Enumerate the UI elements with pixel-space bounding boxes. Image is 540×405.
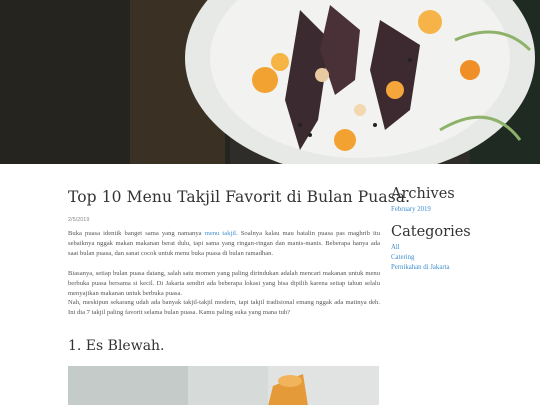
category-link-pernikahan-di-jakarta[interactable]: Pernikahan di Jakarta: [391, 263, 531, 273]
categories-heading: Categories: [391, 224, 471, 240]
paragraph-text-continued: Nah, meskipun sekarang udah ada banyak t…: [68, 299, 380, 317]
paragraph-text: Biasanya, setiap bulan puasa datang, sal…: [68, 269, 380, 297]
post-intro-paragraph: Buka puasa identik banget sama yang nama…: [68, 229, 380, 259]
categories-list: All Catering Pernikahan di Jakarta: [391, 243, 531, 273]
category-link-all[interactable]: All: [391, 243, 531, 253]
archives-heading: Archives: [391, 186, 455, 202]
sidebar: Archives February 2019 Categories All Ca…: [391, 186, 531, 273]
categories-section: Categories All Catering Pernikahan di Ja…: [391, 224, 531, 273]
archives-list: February 2019: [391, 205, 531, 215]
es-blewah-photo: [68, 366, 379, 405]
intro-text-before-link: Buka puasa identik banget sama yang nama…: [68, 230, 205, 237]
post-date: 2/5/2019: [68, 217, 90, 223]
archives-section: Archives February 2019: [391, 186, 531, 215]
section-heading: 1. Es Blewah.: [68, 338, 165, 355]
post-title: Top 10 Menu Takjil Favorit di Bulan Puas…: [68, 188, 411, 206]
post-paragraph: Biasanya, setiap bulan puasa datang, sal…: [68, 269, 380, 319]
hero-banner: [0, 0, 540, 164]
post-content: Top 10 Menu Takjil Favorit di Bulan Puas…: [68, 188, 411, 405]
menu-takjil-link[interactable]: menu takjil: [205, 230, 236, 237]
category-link-catering[interactable]: Catering: [391, 253, 531, 263]
archive-link-february-2019[interactable]: February 2019: [391, 205, 531, 215]
food-plate-photo: [0, 0, 540, 164]
